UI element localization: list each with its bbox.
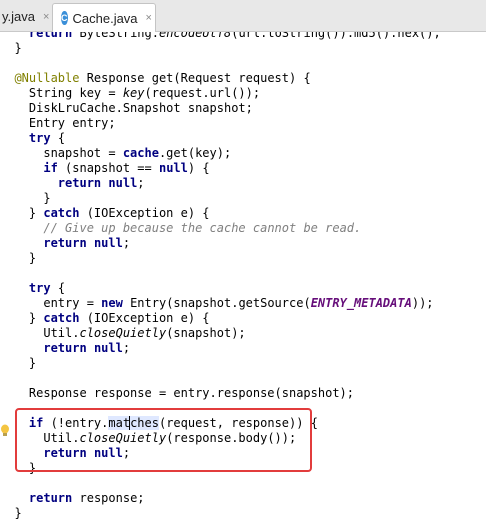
code-line[interactable]: try { <box>0 281 65 296</box>
tab-label: Cache.java <box>72 10 138 26</box>
code-line[interactable]: return response; <box>0 491 145 506</box>
code-line[interactable]: } catch (IOException e) { <box>0 311 210 326</box>
code-line[interactable]: Util.closeQuietly(snapshot); <box>0 326 245 341</box>
code-line[interactable]: } <box>0 251 36 266</box>
code-line[interactable]: return null; <box>0 176 145 191</box>
code-line[interactable]: entry = new Entry(snapshot.getSource(ENT… <box>0 296 433 311</box>
code-line[interactable]: String key = key(request.url()); <box>0 86 260 101</box>
code-line[interactable]: DiskLruCache.Snapshot snapshot; <box>0 101 253 116</box>
code-line[interactable]: if (snapshot == null) { <box>0 161 209 176</box>
code-line[interactable]: return null; <box>0 236 130 251</box>
code-line[interactable]: } <box>0 191 50 206</box>
code-line[interactable]: } <box>0 506 21 521</box>
code-line[interactable]: } catch (IOException e) { <box>0 206 210 221</box>
code-line[interactable]: @Nullable Response get(Request request) … <box>0 71 310 86</box>
close-icon[interactable]: × <box>146 12 152 24</box>
java-class-icon: C <box>61 11 68 25</box>
lightbulb-icon[interactable] <box>0 424 10 438</box>
code-line[interactable]: return null; <box>0 341 130 356</box>
tab-label: y.java <box>2 9 35 24</box>
code-line[interactable]: Response response = entry.response(snaps… <box>0 386 354 401</box>
code-line[interactable]: try { <box>0 131 65 146</box>
editor-tab-bar: y.java × C Cache.java × <box>0 0 486 32</box>
highlight-box <box>15 408 312 472</box>
code-line[interactable]: } <box>0 356 36 371</box>
code-line[interactable]: snapshot = cache.get(key); <box>0 146 231 161</box>
tab-y-java[interactable]: y.java × <box>0 3 49 30</box>
code-line[interactable]: Entry entry; <box>0 116 116 131</box>
code-line[interactable]: } <box>0 41 21 56</box>
tab-cache-java[interactable]: C Cache.java × <box>52 3 156 32</box>
close-icon[interactable]: × <box>43 11 49 23</box>
code-line[interactable]: // Give up because the cache cannot be r… <box>0 221 361 236</box>
code-line[interactable]: return ByteString.encodeUtf8(url.toStrin… <box>0 32 441 41</box>
